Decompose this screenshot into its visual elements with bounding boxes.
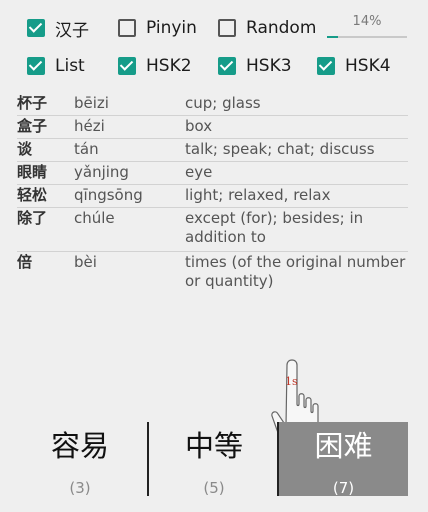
list-item[interactable]: 倍 bèi times (of the original number or q… <box>17 252 408 295</box>
progress-track <box>327 36 407 38</box>
checkbox-label: HSK3 <box>246 56 292 76</box>
checkbox-hsk2[interactable]: HSK2 <box>118 50 192 82</box>
word-pinyin: tán <box>74 140 99 158</box>
checkbox-hsk3[interactable]: HSK3 <box>218 50 292 82</box>
checkbox-hsk4[interactable]: HSK4 <box>317 50 391 82</box>
word-list: 杯子 bēizi cup; glass 盒子 hézi box 谈 tán ta… <box>17 93 408 295</box>
word-pinyin: hézi <box>74 117 105 135</box>
word-hanzi: 眼睛 <box>17 163 48 181</box>
medium-button[interactable]: 中等 (5) <box>150 422 278 497</box>
divider <box>147 422 149 496</box>
word-meaning: light; relaxed, relax <box>185 186 331 204</box>
list-item[interactable]: 谈 tán talk; speak; chat; discuss <box>17 139 408 162</box>
word-meaning: times (of the original number or quantit… <box>185 253 406 290</box>
checkbox-checked-icon <box>118 57 136 75</box>
hard-label: 困难 <box>314 429 373 463</box>
word-hanzi: 倍 <box>17 253 33 271</box>
word-pinyin: yǎnjing <box>74 163 129 181</box>
word-hanzi: 除了 <box>17 209 48 227</box>
list-item[interactable]: 轻松 qīngsōng light; relaxed, relax <box>17 185 408 208</box>
word-hanzi: 盒子 <box>17 117 48 135</box>
checkbox-label: List <box>55 56 85 76</box>
list-item[interactable]: 杯子 bēizi cup; glass <box>17 93 408 116</box>
gesture-hint-label: 1s <box>285 375 298 388</box>
list-item[interactable]: 除了 chúle except (for); besides; in addit… <box>17 208 408 252</box>
progress-indicator: 14% <box>327 14 407 38</box>
hard-button[interactable]: 困难 (7) <box>279 422 408 497</box>
checkbox-random[interactable]: Random <box>218 12 316 44</box>
list-item[interactable]: 盒子 hézi box <box>17 116 408 139</box>
word-meaning: cup; glass <box>185 94 261 112</box>
word-hanzi: 谈 <box>17 140 33 158</box>
word-meaning: eye <box>185 163 213 181</box>
options-row-2: List HSK2 HSK3 HSK4 <box>0 50 428 82</box>
word-pinyin: bèi <box>74 253 97 271</box>
checkbox-label: Random <box>246 18 317 38</box>
word-meaning: except (for); besides; in addition to <box>185 209 364 246</box>
checkbox-unchecked-icon <box>118 19 136 37</box>
checkbox-label: Pinyin <box>146 18 197 38</box>
checkbox-unchecked-icon <box>218 19 236 37</box>
easy-button[interactable]: 容易 (3) <box>12 422 148 497</box>
word-hanzi: 杯子 <box>17 94 48 112</box>
list-item[interactable]: 眼睛 yǎnjing eye <box>17 162 408 185</box>
checkbox-hanzi[interactable]: 汉子 <box>27 12 89 44</box>
word-pinyin: bēizi <box>74 94 109 112</box>
checkbox-checked-icon <box>27 57 45 75</box>
word-pinyin: qīngsōng <box>74 186 143 204</box>
hard-count: (7) <box>332 479 355 497</box>
checkbox-label: HSK2 <box>146 56 192 76</box>
easy-label: 容易 <box>50 429 109 463</box>
progress-text: 14% <box>352 14 382 29</box>
easy-count: (3) <box>69 479 91 497</box>
word-pinyin: chúle <box>74 209 115 227</box>
checkbox-list[interactable]: List <box>27 50 85 82</box>
medium-count: (5) <box>203 479 225 497</box>
checkbox-checked-icon <box>27 19 45 37</box>
progress-fill <box>327 36 339 38</box>
word-hanzi: 轻松 <box>17 186 48 204</box>
word-meaning: box <box>185 117 213 135</box>
medium-label: 中等 <box>184 429 243 463</box>
checkbox-pinyin[interactable]: Pinyin <box>118 12 197 44</box>
checkbox-checked-icon <box>218 57 236 75</box>
checkbox-checked-icon <box>317 57 335 75</box>
checkbox-label: HSK4 <box>345 56 391 76</box>
checkbox-label: 汉子 <box>55 20 89 41</box>
word-meaning: talk; speak; chat; discuss <box>185 140 375 158</box>
